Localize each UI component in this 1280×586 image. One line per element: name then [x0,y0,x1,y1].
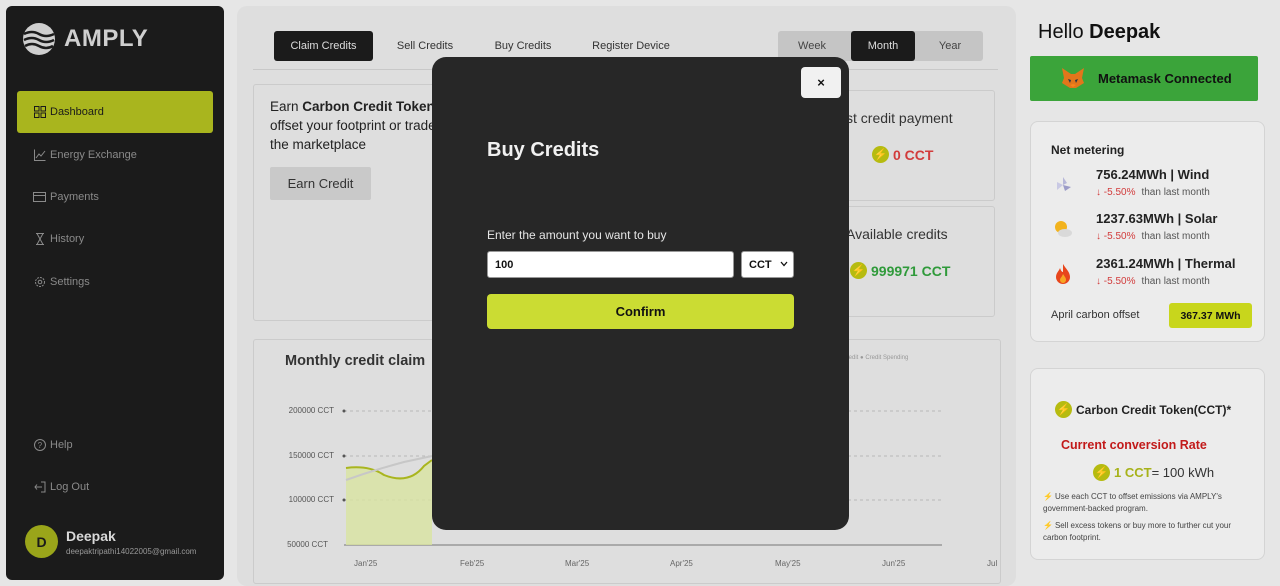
cct-info-card: ⚡ Carbon Credit Token(CCT)* Current conv… [1030,368,1265,560]
series-area-claim [346,460,432,545]
x-tick-label: Apr'25 [670,559,693,568]
y-tick-label: 150000 CCT [288,451,334,460]
cct-title: ⚡ Carbon Credit Token(CCT)* [1055,401,1232,418]
amply-logo-icon [23,23,55,55]
confirm-button[interactable]: Confirm [487,294,794,329]
sidebar-item-label: History [50,233,85,245]
buy-credits-modal: × Buy Credits Enter the amount you want … [432,57,849,530]
period-month[interactable]: Month [851,31,915,61]
offset-label: April carbon offset [1051,309,1140,321]
sidebar-item-label: Dashboard [50,106,104,118]
bolt-icon: ⚡ [1093,464,1110,481]
app-logo: AMPLY [22,22,148,56]
metamask-status-button[interactable]: Metamask Connected [1030,56,1258,101]
bolt-bullet-icon: ⚡ [1043,521,1053,530]
y-tick-label: 200000 CCT [288,406,334,415]
unit-select[interactable]: CCT [741,251,794,278]
solar-icon [1051,217,1075,241]
line-chart-icon [33,149,46,162]
greeting: Hello Deepak [1038,21,1161,43]
logout-icon [33,481,46,494]
x-tick-label: Jan'25 [354,559,378,568]
sidebar-item-label: Settings [50,276,90,288]
offset-value-badge: 367.37 MWh [1169,303,1252,328]
period-year[interactable]: Year [917,31,983,61]
sidebar-item-help[interactable]: ? Help [17,424,213,466]
available-credits-title: Available credits [846,226,948,242]
y-tick-mark [342,409,346,413]
metamask-label: Metamask Connected [1098,71,1232,86]
card-icon [33,191,46,204]
bolt-bullet-icon: ⚡ [1043,492,1053,501]
wind-icon [1051,173,1075,197]
hourglass-icon [33,233,46,246]
net-metering-row-wind: 756.24MWh | Wind ↓ -5.50% than last month [1051,167,1251,207]
sidebar-item-history[interactable]: History [17,218,213,260]
y-tick-mark [342,498,346,502]
amount-input[interactable] [487,251,734,278]
svg-text:?: ? [37,441,42,450]
x-tick-label: May'25 [775,559,801,568]
user-name: Deepak [66,527,116,544]
available-credits-value: ⚡ 999971 CCT [850,262,951,279]
last-payment-value: ⚡ 0 CCT [872,146,934,163]
dashboard-grid-icon [33,106,46,119]
y-tick-label: 50000 CCT [287,540,328,549]
last-payment-title: st credit payment [846,110,953,126]
x-tick-label: Mar'25 [565,559,590,568]
cct-tip: ⚡ Sell excess tokens or buy more to furth… [1043,521,1232,542]
close-button[interactable]: × [801,67,841,98]
last-payment-card: st credit payment ⚡ 0 CCT [833,90,995,201]
sidebar-item-dashboard[interactable]: Dashboard [17,91,213,133]
conversion-rate-title: Current conversion Rate [1061,438,1207,452]
user-email: deepaktripathi14022005@gmail.com [66,546,197,556]
sidebar: AMPLY Dashboard Energy Exchange Payments… [6,6,224,580]
cct-tip: ⚡ Use each CCT to offset emissions via AM… [1043,492,1222,513]
y-tick-mark [342,454,346,458]
avatar: D [25,525,58,558]
app-name: AMPLY [64,25,149,52]
bolt-icon: ⚡ [850,262,867,279]
y-tick-label: 100000 CCT [288,495,334,504]
metamask-fox-icon [1062,68,1084,88]
net-metering-row-thermal: 2361.24MWh | Thermal ↓ -5.50% than last m… [1051,256,1251,296]
conversion-rate-value: ⚡ 1 CCT = 100 kWh [1093,464,1215,481]
gear-icon [33,276,46,289]
bolt-icon: ⚡ [1055,401,1072,418]
fire-icon [1051,262,1075,286]
tab-claim-credits[interactable]: Claim Credits [274,31,373,61]
x-tick-label: Jul [987,559,998,568]
amount-label: Enter the amount you want to buy [487,228,667,242]
net-metering-title: Net metering [1051,143,1125,157]
bolt-icon: ⚡ [872,146,889,163]
sidebar-item-energy-exchange[interactable]: Energy Exchange [17,134,213,176]
chevron-down-icon [780,260,788,269]
sidebar-item-settings[interactable]: Settings [17,261,213,303]
user-profile[interactable]: D Deepak deepaktripathi14022005@gmail.co… [25,525,196,558]
modal-title: Buy Credits [487,139,600,161]
x-tick-label: Jun'25 [882,559,906,568]
sidebar-item-logout[interactable]: Log Out [17,466,213,508]
net-metering-row-solar: 1237.63MWh | Solar ↓ -5.50% than last mon… [1051,211,1251,251]
sidebar-item-label: Help [50,439,73,451]
available-credits-card: Available credits ⚡ 999971 CCT [833,206,995,317]
sidebar-item-label: Log Out [50,481,90,493]
net-metering-card: Net metering 756.24MWh | Wind ↓ -5.50% th… [1030,121,1265,342]
unit-select-value: CCT [749,258,772,271]
sidebar-item-label: Payments [50,191,99,203]
sidebar-item-label: Energy Exchange [50,149,137,161]
sidebar-item-payments[interactable]: Payments [17,176,213,218]
x-tick-label: Feb'25 [460,559,485,568]
help-icon: ? [33,439,46,452]
earn-credit-button[interactable]: Earn Credit [270,167,371,200]
